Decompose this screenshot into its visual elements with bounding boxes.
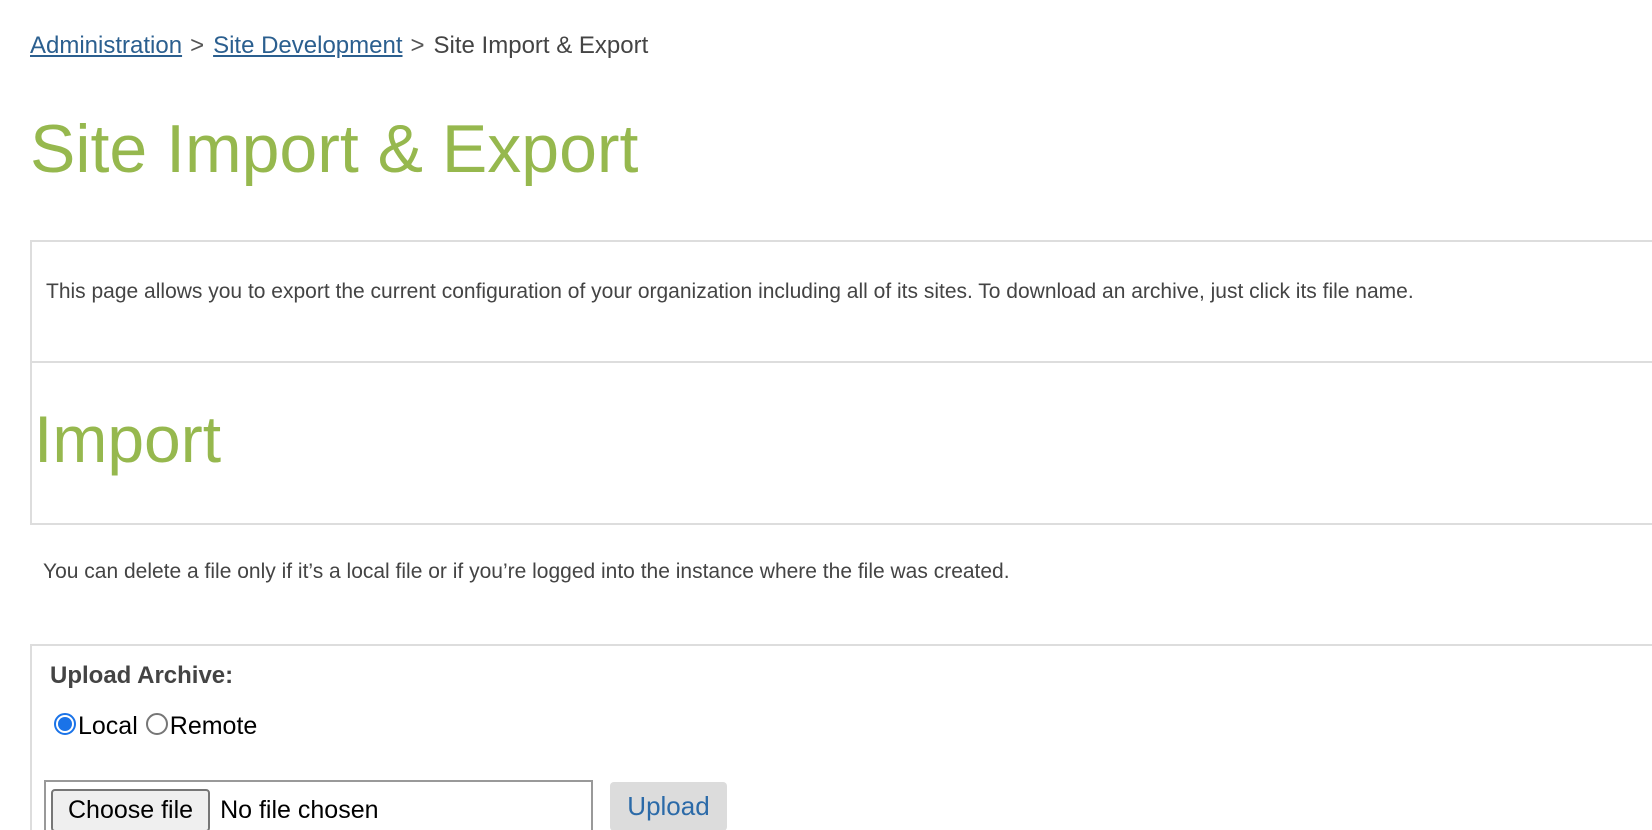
upload-button[interactable]: Upload (610, 782, 727, 830)
source-radio-group: Local Remote (54, 712, 265, 741)
radio-local[interactable] (54, 712, 76, 735)
radio-local-label[interactable]: Local (78, 712, 138, 741)
file-status-text: No file chosen (220, 795, 379, 824)
upload-archive-panel: Upload Archive: Local Remote Choose file… (30, 644, 1652, 830)
breadcrumb-current: Site Import & Export (433, 32, 649, 59)
choose-file-button[interactable]: Choose file (51, 788, 211, 830)
radio-remote-label[interactable]: Remote (170, 712, 258, 741)
file-input[interactable]: Choose file No file chosen (44, 780, 593, 830)
radio-remote[interactable] (145, 712, 168, 735)
breadcrumb-separator: > (410, 32, 425, 59)
breadcrumb-link-administration[interactable]: Administration (30, 32, 182, 60)
import-heading: Import (34, 402, 222, 476)
page-title: Site Import & Export (30, 111, 639, 187)
info-text: This page allows you to export the curre… (46, 280, 1414, 303)
breadcrumb: Administration > Site Development > Site… (30, 30, 648, 62)
info-panel: This page allows you to export the curre… (30, 240, 1652, 363)
breadcrumb-link-site-development[interactable]: Site Development (213, 32, 402, 60)
import-section: Import (30, 361, 1652, 525)
breadcrumb-separator: > (190, 32, 205, 59)
delete-note: You can delete a file only if it’s a loc… (43, 560, 1010, 583)
upload-archive-label: Upload Archive: (50, 662, 234, 689)
